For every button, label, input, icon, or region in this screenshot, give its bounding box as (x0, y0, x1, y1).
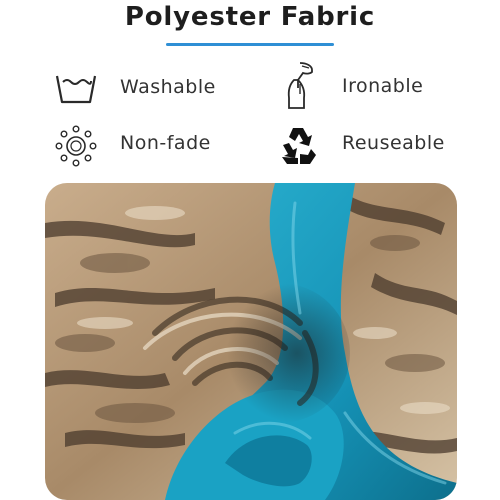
feature-label-reuseable: Reuseable (342, 132, 445, 154)
feature-label-washable: Washable (120, 76, 216, 98)
garment-steamer-icon (276, 60, 320, 109)
feature-label-nonfade: Non-fade (120, 132, 211, 154)
recycle-icon (276, 124, 320, 164)
sun-non-fade-icon (54, 124, 98, 167)
feature-reuseable: Reuseable (276, 124, 456, 164)
title-underline (166, 43, 334, 46)
feature-label-ironable: Ironable (342, 75, 424, 97)
page-title: Polyester Fabric (124, 2, 376, 32)
fabric-swirl-photo (45, 183, 457, 500)
wash-tub-icon (54, 68, 98, 108)
feature-washable: Washable (54, 68, 234, 108)
product-feature-card: Polyester Fabric Washable Ironable Non-f… (0, 0, 500, 500)
feature-nonfade: Non-fade (54, 124, 234, 167)
feature-ironable: Ironable (276, 60, 456, 109)
